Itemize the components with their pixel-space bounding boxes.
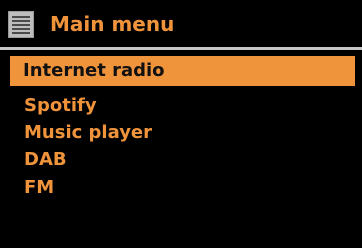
header-divider bbox=[0, 47, 362, 50]
menu-item-internet-radio[interactable]: Internet radio bbox=[10, 56, 355, 86]
page-title: Main menu bbox=[50, 12, 175, 36]
menu-item-spotify[interactable]: Spotify bbox=[0, 91, 97, 121]
menu-item-fm[interactable]: FM bbox=[0, 173, 54, 203]
menu-item-music-player[interactable]: Music player bbox=[0, 118, 152, 148]
header-bar: Main menu bbox=[0, 0, 362, 46]
radio-display-screen: Main menu Internet radio Spotify Music p… bbox=[0, 0, 362, 248]
menu-list-icon bbox=[8, 11, 34, 38]
menu-item-dab[interactable]: DAB bbox=[0, 145, 67, 175]
